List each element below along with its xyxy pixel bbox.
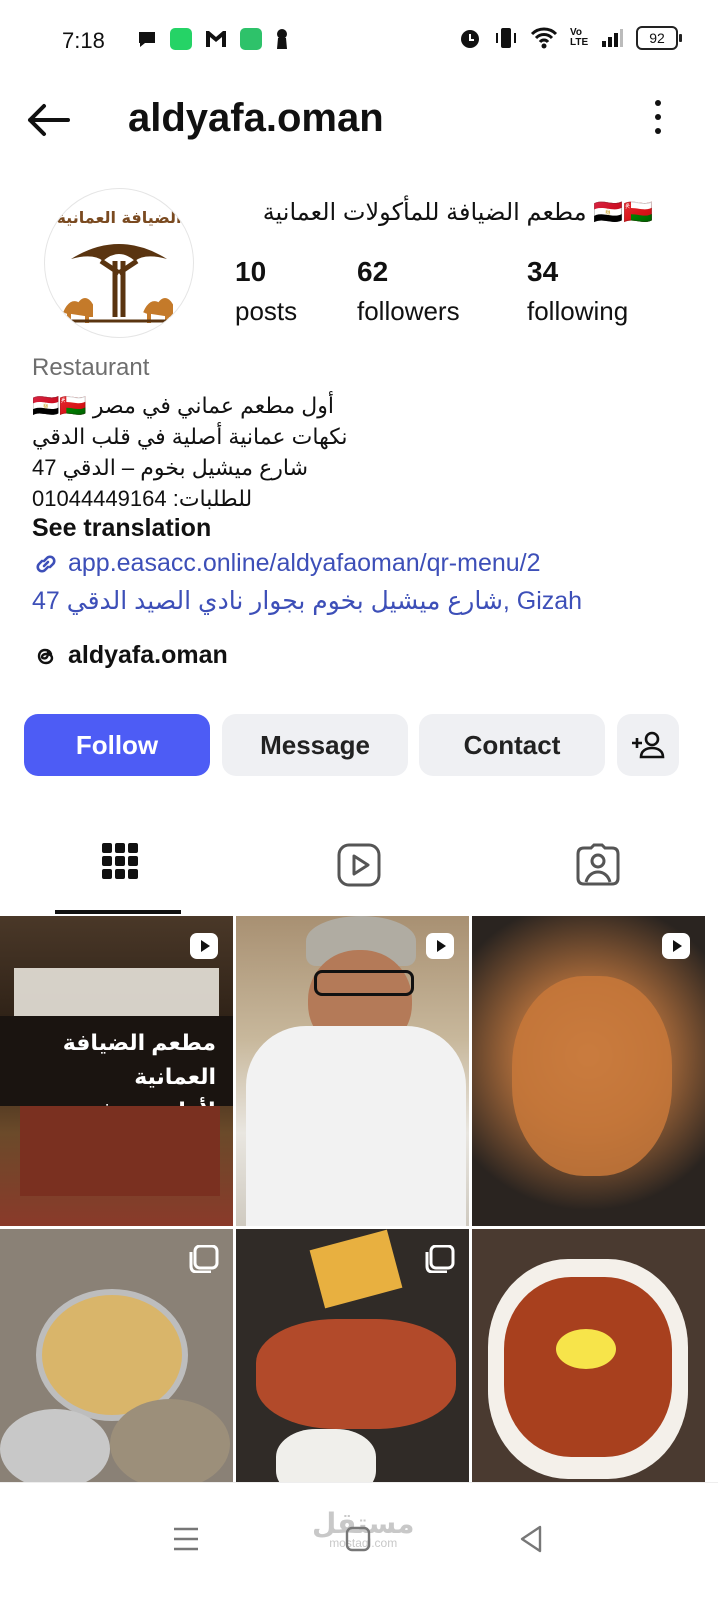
gmail-icon [206,31,226,47]
system-nav-bar: مستقل mostaql.com [0,1482,718,1600]
lemon-slice [556,1329,616,1369]
reel-badge-icon [662,933,690,959]
notification-icons [136,28,290,50]
see-translation-link[interactable]: See translation [32,514,211,543]
keyhole-icon [277,29,287,49]
contact-button[interactable]: Contact [419,714,605,776]
tab-reels[interactable] [239,830,478,914]
post-tile[interactable]: مطعم الضيافة العمانيةلأول مرة في مصر [0,916,233,1226]
stat-following-value: 34 [527,256,559,287]
stat-following-label: following [527,296,629,326]
grilled-chicken [512,976,672,1176]
profile-link[interactable]: app.easacc.online/aldyafaoman/qr-menu/2 [32,549,541,578]
signal-icon [602,29,623,47]
stat-followers[interactable]: 62 followers [357,256,460,327]
profile-header: aldyafa.oman [0,90,718,150]
link-icon [36,554,56,573]
multiple-images-icon [425,1245,455,1273]
white-robe [246,1026,466,1226]
back-arrow-icon[interactable] [24,98,72,142]
system-icons: Vo LTE 92 [458,26,682,50]
reel-badge-icon [190,933,218,959]
tagged-icon [576,843,619,886]
tab-active-indicator [55,910,181,914]
foil-plate [110,1399,230,1489]
message-button[interactable]: Message [222,714,408,776]
profile-display-name: مطعم الضيافة للمأكولات العمانية 🇪🇬🇴🇲 [262,199,653,226]
threads-icon [37,648,54,664]
logo-tree-icon: الضيافة العمانية [56,208,182,323]
stat-followers-label: followers [357,296,460,326]
avatar[interactable]: الضيافة العمانية [44,188,194,338]
svg-text:الضيافة العمانية: الضيافة العمانية [56,208,181,227]
add-person-icon [632,731,665,759]
profile-tabs [0,830,718,914]
post-tile[interactable] [236,916,469,1226]
app-notification-icon [170,28,192,50]
profile-link-text: app.easacc.online/aldyafaoman/qr-menu/2 [68,549,541,577]
bio-line: للطلبات: 01044449164 [32,486,253,511]
wifi-icon [530,27,558,49]
menu-nav-icon[interactable] [166,1519,206,1559]
storefront-entrance [20,1106,220,1196]
bio-line: نكهات عمانية أصلية في قلب الدقي [32,424,348,449]
profile-address[interactable]: 47 شارع ميشيل بخوم بجوار نادي الصيد الدق… [32,586,582,616]
chat-bubble-icon [139,32,155,47]
profile-stats: 10 posts 62 followers 34 following [235,256,668,336]
posts-grid: مطعم الضيافة العمانيةلأول مرة في مصر [0,916,718,1539]
status-bar: 7:18 Vo LTE 92 [0,0,718,80]
post-tile[interactable] [472,916,705,1226]
reels-icon [337,843,380,887]
stat-posts-label: posts [235,296,298,326]
message-app-icon [240,28,262,50]
reel-badge-icon [426,933,454,959]
volte-label: Vo LTE [570,27,589,48]
header-username: aldyafa.oman [128,96,384,140]
battery-icon: 92 [636,26,682,50]
tab-tagged[interactable] [478,830,717,914]
stat-following[interactable]: 34 following [527,256,628,327]
vibrate-icon [496,28,516,48]
stat-followers-value: 62 [357,256,389,287]
glasses [314,970,414,996]
alarm-icon [461,30,479,48]
home-nav-icon[interactable] [338,1519,378,1559]
profile-bio: 🇪🇬🇴🇲 أول مطعم عماني في مصر نكهات عمانية … [32,390,347,514]
grilled-fish [256,1319,456,1429]
suggest-people-button[interactable] [617,714,679,776]
stat-posts[interactable]: 10 posts [235,256,297,327]
multiple-images-icon [189,1245,219,1273]
tab-posts-grid[interactable] [0,830,239,914]
back-nav-icon[interactable] [512,1519,552,1559]
follow-button[interactable]: Follow [24,714,210,776]
grid-icon [101,843,138,879]
fries [309,1229,403,1309]
bio-line: شارع ميشيل بخوم – الدقي 47 [32,455,309,480]
foil-plate [0,1409,110,1489]
more-options-icon[interactable] [652,100,664,140]
bio-line: 🇪🇬🇴🇲 أول مطعم عماني في مصر [32,393,335,418]
stat-posts-value: 10 [235,256,267,287]
threads-handle: aldyafa.oman [68,641,228,669]
profile-category: Restaurant [32,354,150,381]
status-time: 7:18 [62,28,105,53]
threads-badge[interactable]: aldyafa.oman [32,641,228,670]
